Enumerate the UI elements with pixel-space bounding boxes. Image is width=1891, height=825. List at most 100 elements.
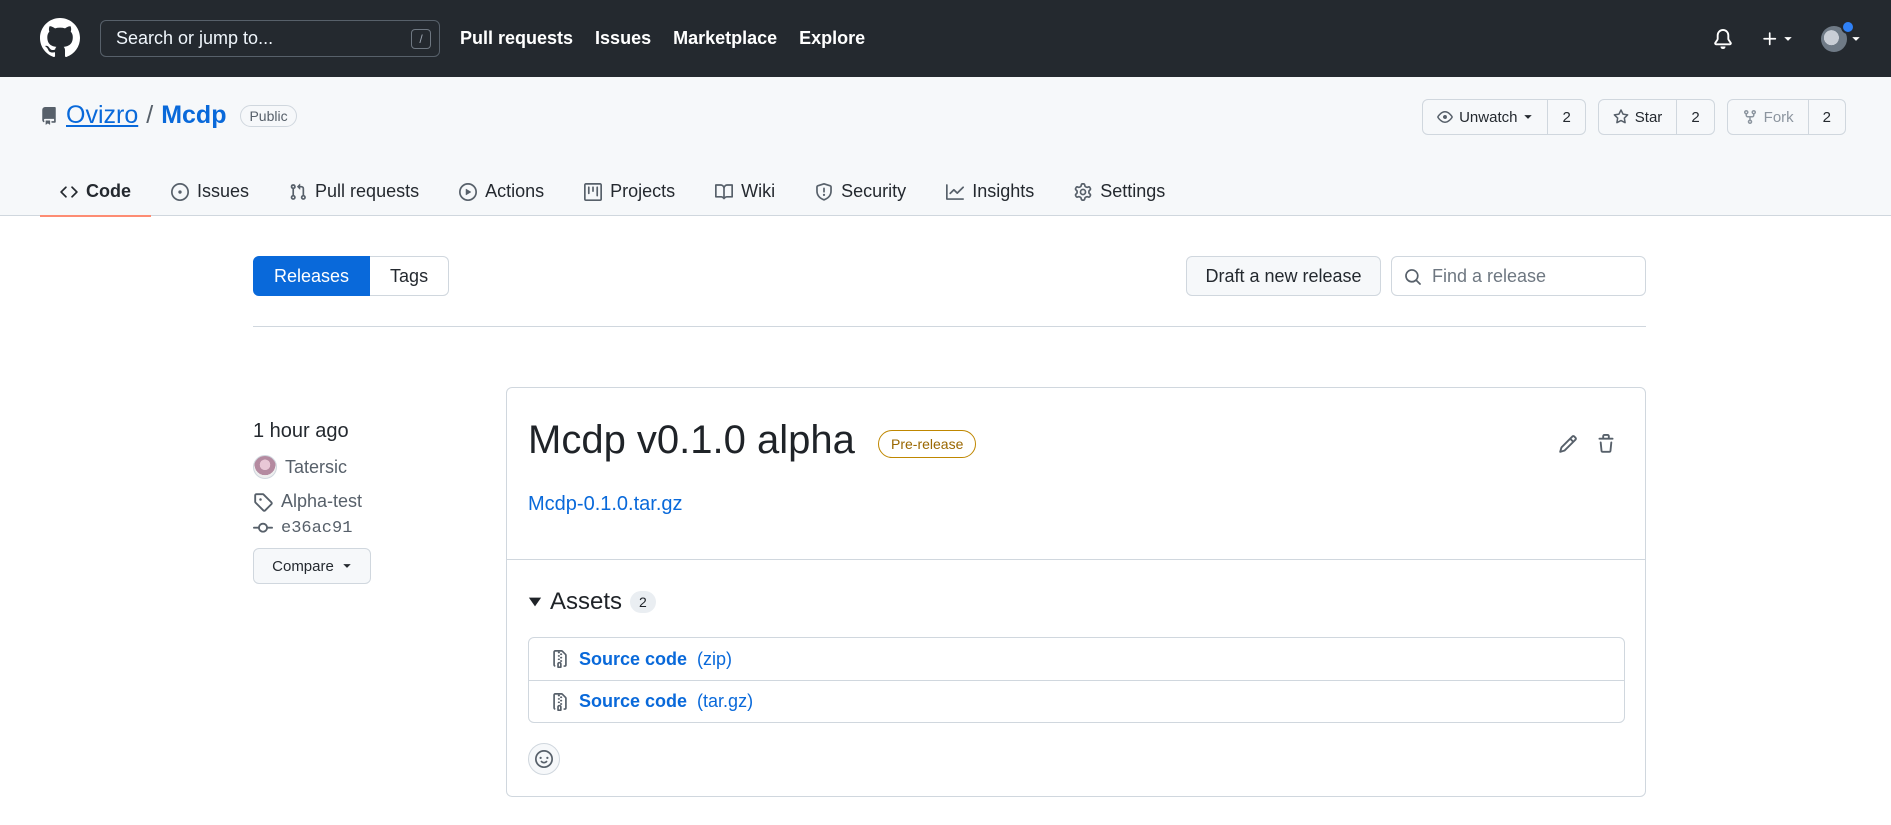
asset-extension[interactable]: (tar.gz) bbox=[697, 691, 753, 712]
tab-wiki[interactable]: Wiki bbox=[695, 167, 795, 216]
pencil-icon[interactable] bbox=[1558, 434, 1578, 454]
tab-security-label: Security bbox=[841, 181, 907, 201]
repo-actions: Unwatch 2 Star 2 Fork 2 bbox=[1422, 99, 1846, 135]
tab-security[interactable]: Security bbox=[795, 167, 926, 216]
caret-down-icon bbox=[1524, 115, 1533, 119]
release-author-row[interactable]: Tatersic bbox=[253, 455, 453, 479]
visibility-badge: Public bbox=[240, 104, 297, 127]
tab-insights[interactable]: Insights bbox=[926, 167, 1054, 216]
star-label: Star bbox=[1634, 108, 1663, 126]
global-search-input[interactable]: Search or jump to... / bbox=[100, 20, 440, 57]
unwatch-label: Unwatch bbox=[1459, 108, 1518, 126]
fork-icon bbox=[1743, 110, 1756, 125]
compare-button[interactable]: Compare bbox=[253, 548, 371, 584]
tab-projects[interactable]: Projects bbox=[564, 167, 695, 216]
github-logo-icon[interactable] bbox=[40, 18, 80, 58]
assets-label: Assets bbox=[550, 588, 623, 615]
release-meta: 1 hour ago Tatersic Alpha-test e36ac91 C… bbox=[253, 420, 453, 584]
nav-explore[interactable]: Explore bbox=[799, 28, 865, 49]
repo-name-link[interactable]: Mcdp bbox=[161, 101, 226, 130]
asset-name[interactable]: Source code bbox=[579, 649, 687, 670]
tab-projects-label: Projects bbox=[610, 181, 676, 201]
issue-icon bbox=[171, 182, 189, 201]
tab-code[interactable]: Code bbox=[40, 167, 151, 217]
nav-marketplace[interactable]: Marketplace bbox=[673, 28, 777, 49]
caret-down-icon bbox=[1852, 36, 1860, 41]
nav-issues[interactable]: Issues bbox=[595, 28, 651, 49]
tab-settings[interactable]: Settings bbox=[1054, 167, 1185, 216]
draft-release-button[interactable]: Draft a new release bbox=[1186, 256, 1381, 296]
fork-label: Fork bbox=[1763, 108, 1794, 126]
graph-icon bbox=[946, 183, 965, 200]
add-reaction-button[interactable] bbox=[528, 743, 560, 775]
assets-count: 2 bbox=[630, 591, 656, 613]
triangle-down-icon bbox=[528, 597, 542, 607]
tag-icon bbox=[254, 492, 273, 512]
bell-icon[interactable] bbox=[1713, 28, 1733, 49]
release-commit-sha[interactable]: e36ac91 bbox=[281, 519, 352, 538]
pull-request-icon bbox=[290, 183, 306, 200]
global-header: Search or jump to... / Pull requests Iss… bbox=[0, 0, 1891, 77]
book-icon bbox=[715, 183, 734, 199]
releases-subnav: Releases Tags bbox=[253, 256, 450, 296]
tab-pull-requests[interactable]: Pull requests bbox=[269, 167, 439, 216]
header-actions bbox=[1713, 0, 1861, 77]
tab-code-label: Code bbox=[86, 181, 131, 201]
author-avatar bbox=[253, 455, 277, 479]
create-new-dropdown[interactable] bbox=[1761, 30, 1793, 48]
repo-header: Ovizro / Mcdp Public Unwatch 2 Star 2 Fo… bbox=[0, 77, 1891, 217]
repo-icon bbox=[42, 106, 56, 125]
tab-actions[interactable]: Actions bbox=[439, 167, 564, 216]
release-title[interactable]: Mcdp v0.1.0 alpha bbox=[528, 418, 855, 463]
tab-issues[interactable]: Issues bbox=[151, 167, 269, 216]
tags-tab[interactable]: Tags bbox=[370, 256, 450, 296]
search-placeholder: Search or jump to... bbox=[116, 28, 274, 48]
releases-tab[interactable]: Releases bbox=[253, 256, 371, 296]
unwatch-button[interactable]: Unwatch bbox=[1423, 100, 1549, 134]
release-commit-row[interactable]: e36ac91 bbox=[253, 518, 453, 538]
search-shortcut-key: / bbox=[411, 29, 431, 49]
assets-toggle[interactable]: Assets 2 bbox=[528, 588, 656, 616]
release-time-ago: 1 hour ago bbox=[253, 420, 349, 442]
caret-down-icon bbox=[343, 564, 351, 568]
find-release-input[interactable]: Find a release bbox=[1391, 256, 1646, 296]
release-tag[interactable]: Alpha-test bbox=[281, 491, 362, 512]
repo-path-separator: / bbox=[146, 101, 154, 129]
release-body-link[interactable]: Mcdp-0.1.0.tar.gz bbox=[528, 493, 683, 516]
smiley-icon bbox=[535, 750, 553, 768]
tab-issues-label: Issues bbox=[197, 181, 250, 201]
eye-icon bbox=[1437, 111, 1453, 123]
asset-row[interactable]: Source code (tar.gz) bbox=[529, 680, 1624, 722]
notification-dot bbox=[1841, 19, 1855, 34]
asset-name[interactable]: Source code bbox=[579, 691, 687, 712]
prerelease-badge: Pre-release bbox=[878, 430, 977, 458]
file-zip-icon bbox=[553, 650, 567, 668]
watch-count[interactable]: 2 bbox=[1548, 100, 1584, 134]
nav-pull-requests[interactable]: Pull requests bbox=[460, 28, 573, 49]
plus-icon bbox=[1763, 31, 1777, 45]
star-button[interactable]: Star bbox=[1599, 100, 1678, 134]
play-icon bbox=[459, 182, 478, 201]
search-icon bbox=[1404, 268, 1422, 286]
star-count[interactable]: 2 bbox=[1677, 100, 1713, 134]
release-tag-row[interactable]: Alpha-test bbox=[253, 491, 453, 512]
tab-pull-requests-label: Pull requests bbox=[315, 181, 420, 201]
user-menu[interactable] bbox=[1821, 19, 1861, 52]
tab-insights-label: Insights bbox=[972, 181, 1035, 201]
project-icon bbox=[584, 182, 603, 201]
asset-row[interactable]: Source code (zip) bbox=[529, 638, 1624, 680]
file-zip-icon bbox=[553, 692, 567, 711]
tab-actions-label: Actions bbox=[485, 181, 545, 201]
fork-count[interactable]: 2 bbox=[1809, 100, 1845, 134]
tab-wiki-label: Wiki bbox=[741, 181, 776, 201]
asset-extension[interactable]: (zip) bbox=[697, 649, 732, 670]
repo-owner-link[interactable]: Ovizro bbox=[66, 101, 138, 130]
assets-list: Source code (zip) Source code (tar.gz) bbox=[528, 637, 1625, 723]
global-nav: Pull requests Issues Marketplace Explore bbox=[460, 0, 865, 77]
shield-icon bbox=[816, 182, 833, 201]
repo-tabs: Code Issues Pull requests Actions Projec… bbox=[40, 167, 1185, 217]
release-author[interactable]: Tatersic bbox=[285, 457, 347, 478]
trash-icon[interactable] bbox=[1596, 434, 1616, 454]
fork-button[interactable]: Fork bbox=[1728, 100, 1809, 134]
divider bbox=[253, 326, 1646, 327]
